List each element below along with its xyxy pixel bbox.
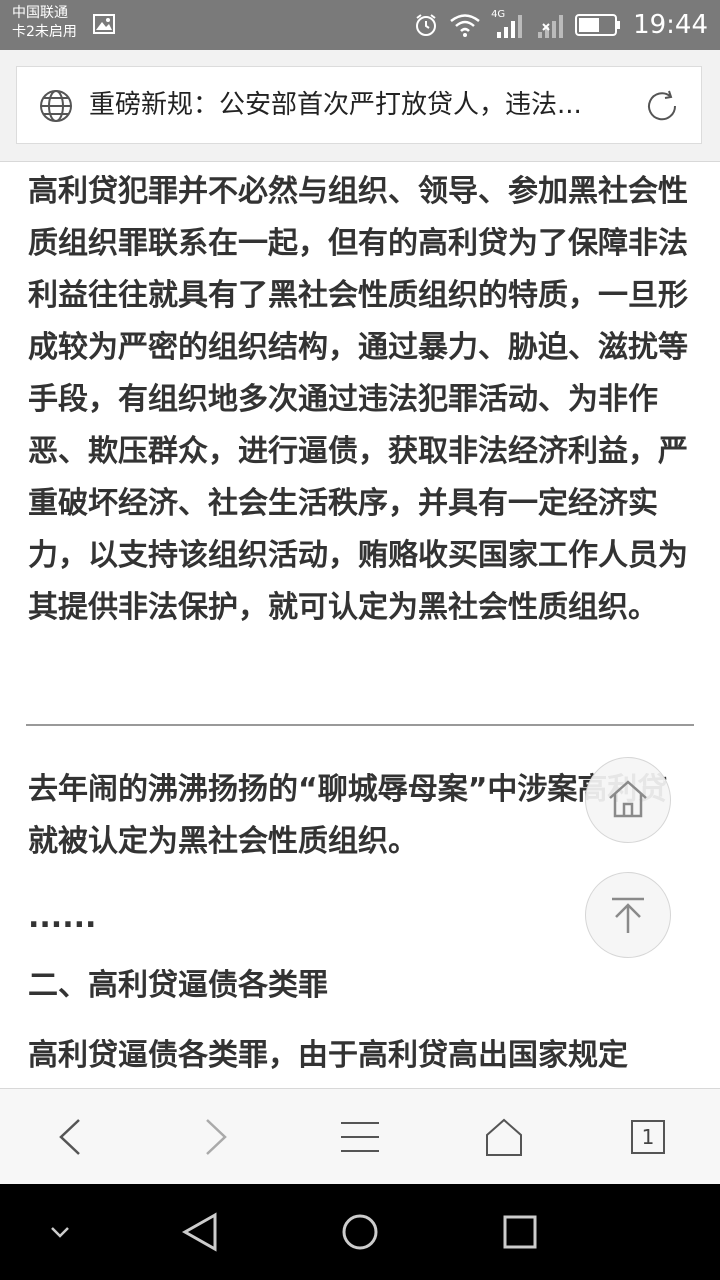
globe-icon [40,90,72,122]
horizontal-rule [26,724,694,726]
alarm-icon [416,14,437,36]
nav-recents-button[interactable] [490,1184,550,1280]
address-area: 重磅新规：公安部首次严打放贷人，违法... [0,50,720,162]
back-arrow-icon [59,1119,80,1155]
signal-no-sim-icon [538,15,564,38]
article-paragraph: 高利贷犯罪并不必然与组织、领导、参加黑社会性质组织罪联系在一起，但有的高利贷为了… [28,174,688,625]
nav-back-icon [181,1212,217,1252]
nav-recents-icon [503,1215,537,1249]
page-title[interactable]: 重磅新规：公安部首次严打放贷人，违法... [89,67,629,143]
menu-icon [341,1122,379,1152]
wifi-icon [450,14,480,37]
nav-home-icon [342,1214,378,1250]
section-heading: 二、高利贷逼债各类罪 [28,968,328,1003]
nav-home-button[interactable] [330,1184,390,1280]
carrier-info: 中国联通 卡2未启用 [12,4,77,42]
browser-toolbar: 1 [0,1088,720,1184]
address-bar[interactable]: 重磅新规：公安部首次严打放贷人，违法... [16,66,702,144]
status-bar: 中国联通 卡2未启用 4G 19:44 [0,0,720,50]
back-to-top-icon [612,897,644,933]
ellipsis-text: ...... [28,900,97,935]
menu-button[interactable] [310,1089,410,1185]
back-to-top-button[interactable] [585,872,671,958]
image-alert-icon [93,14,115,34]
signal-icon [497,15,523,38]
forward-arrow-icon [206,1119,227,1155]
signal-4g: 4G [491,10,525,40]
tabs-icon: 1 [631,1120,665,1154]
home-icon [609,780,647,818]
carrier-primary: 中国联通 [12,5,68,21]
status-icons: 4G 19:44 [403,0,708,50]
nav-back-button[interactable] [170,1184,230,1280]
home-icon [486,1118,522,1156]
home-button[interactable] [454,1089,554,1185]
tab-count: 1 [641,1125,655,1149]
back-button[interactable] [20,1089,120,1185]
system-navigation-bar [0,1184,720,1280]
chevron-down-icon [51,1227,69,1238]
nav-hide-button[interactable] [40,1184,80,1280]
refresh-icon[interactable] [643,87,681,125]
carrier-secondary: 卡2未启用 [12,24,77,40]
clock: 19:44 [633,10,708,40]
tabs-button[interactable]: 1 [598,1089,698,1185]
forward-button[interactable] [166,1089,266,1185]
battery-icon [575,14,621,36]
article-paragraph: 高利贷逼债各类罪，由于高利贷高出国家规定 [28,1038,628,1073]
floating-home-button[interactable] [585,757,671,843]
